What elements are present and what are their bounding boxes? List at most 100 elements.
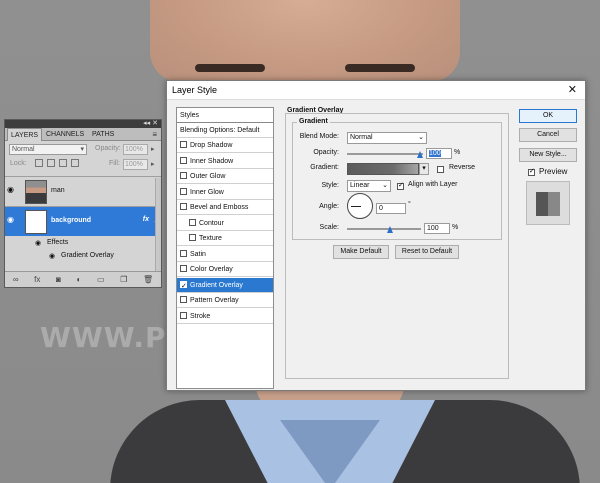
opacity-slider[interactable]	[347, 153, 423, 155]
layer-row-man[interactable]: ◉ man	[5, 176, 161, 206]
close-icon[interactable]: ✕	[568, 83, 577, 96]
fx-menu-icon[interactable]: fx	[34, 275, 40, 284]
gradient-preview-bar[interactable]	[347, 163, 419, 175]
style-item-checkbox[interactable]	[180, 296, 187, 303]
scale-slider[interactable]	[347, 228, 421, 230]
opacity-unit: %	[454, 149, 461, 156]
preview-checkbox[interactable]	[528, 167, 535, 176]
fx-icon[interactable]: fx	[143, 216, 149, 223]
effects-row[interactable]: ◉ Effects	[5, 236, 161, 249]
visibility-eye-icon[interactable]: ◉	[7, 215, 19, 227]
style-item-checkbox[interactable]	[180, 265, 187, 272]
layer-style-dialog: Layer Style ✕ Styles Blending Options: D…	[166, 80, 586, 391]
blending-options-item[interactable]: Blending Options: Default	[177, 123, 273, 138]
panel-menu-icon[interactable]: ≡	[152, 130, 157, 139]
layers-scrollbar[interactable]	[155, 178, 161, 271]
style-item-checkbox[interactable]	[180, 203, 187, 210]
photo-left-brow	[195, 64, 265, 72]
lock-pixels-icon[interactable]	[47, 159, 55, 167]
effects-eye-icon[interactable]: ◉	[35, 239, 41, 247]
style-item-pattern-overlay[interactable]: Pattern Overlay	[177, 293, 273, 308]
style-label: Style:	[321, 182, 339, 189]
gradient-overlay-panel: Gradient Overlay Gradient Blend Mode: No…	[285, 107, 509, 379]
layer-fill-field[interactable]: 100%	[123, 159, 148, 170]
adjustment-icon[interactable]: ◐	[77, 275, 82, 284]
style-item-bevel-and-emboss[interactable]: Bevel and Emboss	[177, 200, 273, 215]
layer-thumbnail-man	[25, 180, 47, 204]
style-item-checkbox[interactable]	[189, 234, 196, 241]
tab-paths[interactable]: PATHS	[89, 128, 117, 141]
group-icon[interactable]: ▭	[97, 275, 105, 284]
style-select[interactable]: Linear ⌄	[347, 180, 391, 192]
reverse-checkbox[interactable]	[437, 166, 444, 173]
style-item-inner-shadow[interactable]: Inner Shadow	[177, 154, 273, 169]
new-layer-icon[interactable]: ❐	[120, 275, 127, 284]
layer-opacity-field[interactable]: 100%	[123, 144, 148, 155]
style-item-checkbox[interactable]	[180, 311, 187, 319]
style-item-checkbox[interactable]	[180, 172, 187, 179]
link-icon[interactable]: ∞	[13, 275, 19, 284]
style-item-checkbox[interactable]	[180, 156, 187, 164]
make-default-button[interactable]: Make Default	[333, 245, 389, 259]
opacity-input-value: 100	[429, 150, 441, 157]
scale-label: Scale:	[319, 224, 339, 231]
cancel-button[interactable]: Cancel	[519, 128, 577, 142]
dialog-titlebar[interactable]: Layer Style ✕	[167, 81, 585, 100]
style-item-label: Drop Shadow	[190, 142, 233, 149]
panel-collapse-icon[interactable]: ◂◂ ✕	[143, 120, 158, 128]
layer-blend-mode-select[interactable]: Normal ▾	[9, 144, 87, 155]
style-item-outer-glow[interactable]: Outer Glow	[177, 169, 273, 184]
trash-icon[interactable]: 🗑	[143, 275, 153, 284]
scale-input[interactable]: 100	[424, 223, 450, 234]
opacity-arrow-icon[interactable]: ▸	[151, 145, 155, 153]
ok-button[interactable]: OK	[519, 109, 577, 123]
style-item-drop-shadow[interactable]: Drop Shadow	[177, 138, 273, 153]
tab-layers[interactable]: LAYERS	[7, 128, 43, 141]
style-item-label: Texture	[199, 235, 222, 242]
opacity-input[interactable]: 100	[426, 148, 452, 159]
new-style-button[interactable]: New Style...	[519, 148, 577, 162]
effect-eye-icon[interactable]: ◉	[49, 252, 55, 260]
style-item-checkbox[interactable]	[180, 279, 187, 294]
lock-position-icon[interactable]	[59, 159, 67, 167]
lock-all-icon[interactable]	[71, 159, 79, 167]
style-item-texture[interactable]: Texture	[177, 231, 273, 246]
blend-mode-select[interactable]: Normal ⌄	[347, 132, 427, 144]
style-item-gradient-overlay[interactable]: Gradient Overlay	[177, 277, 273, 294]
style-item-inner-glow[interactable]: Inner Glow	[177, 185, 273, 200]
effect-item-row[interactable]: ◉ Gradient Overlay	[5, 249, 161, 262]
tab-channels[interactable]: CHANNELS	[43, 128, 87, 141]
visibility-eye-icon[interactable]: ◉	[7, 185, 19, 197]
gradient-picker-dropdown[interactable]: ▾	[419, 163, 429, 175]
styles-list: Styles Blending Options: Default Drop Sh…	[176, 107, 274, 389]
mask-icon[interactable]: ◙	[56, 275, 61, 284]
styles-header[interactable]: Styles	[177, 108, 273, 123]
style-item-checkbox[interactable]	[180, 187, 187, 195]
style-item-contour[interactable]: Contour	[177, 216, 273, 231]
lock-transparency-icon[interactable]	[35, 159, 43, 167]
angle-input[interactable]: 0	[376, 203, 406, 214]
align-with-layer-checkbox[interactable]	[397, 181, 404, 190]
style-item-checkbox[interactable]	[180, 249, 187, 257]
dialog-title: Layer Style	[172, 85, 218, 95]
layer-row-background[interactable]: ◉ background fx ▴	[5, 206, 161, 236]
layer-thumbnail-background	[25, 210, 47, 234]
chevron-down-icon: ⌄	[418, 134, 424, 141]
angle-unit: °	[408, 201, 411, 208]
angle-dial[interactable]	[347, 193, 373, 219]
style-item-label: Bevel and Emboss	[190, 204, 249, 211]
fill-arrow-icon[interactable]: ▸	[151, 160, 155, 168]
style-item-satin[interactable]: Satin	[177, 247, 273, 262]
style-item-stroke[interactable]: Stroke	[177, 309, 273, 324]
panel-titlebar[interactable]: ◂◂ ✕	[5, 120, 161, 128]
style-item-checkbox[interactable]	[180, 141, 187, 148]
preview-label: Preview	[539, 167, 568, 176]
fill-label: Fill:	[109, 160, 120, 167]
reset-to-default-button[interactable]: Reset to Default	[395, 245, 459, 259]
blend-mode-value: Normal	[350, 134, 373, 141]
style-item-label: Color Overlay	[190, 266, 233, 273]
style-item-color-overlay[interactable]: Color Overlay	[177, 262, 273, 277]
align-with-layer-label: Align with Layer	[408, 181, 458, 188]
style-item-checkbox[interactable]	[189, 218, 196, 226]
scale-unit: %	[452, 224, 459, 231]
